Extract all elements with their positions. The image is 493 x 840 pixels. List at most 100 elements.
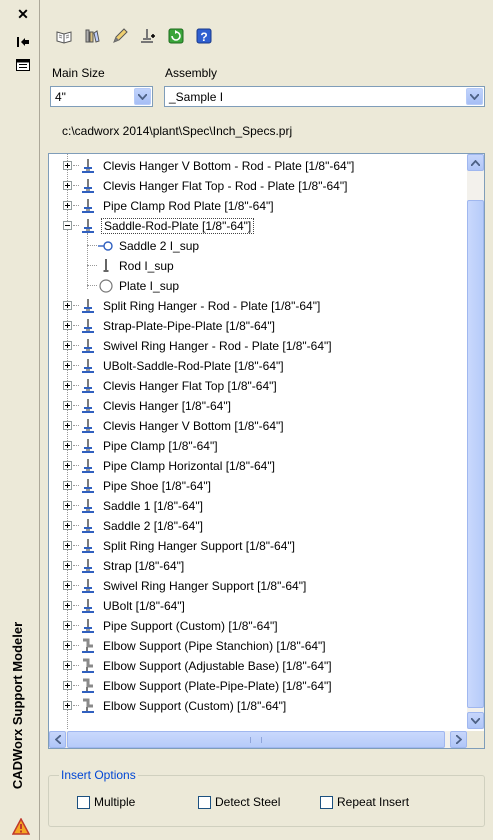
expand-icon[interactable] [63,661,72,670]
tree-item[interactable]: Elbow Support (Custom) [1/8"-64"] [49,697,467,715]
chevron-down-icon[interactable] [466,88,483,105]
assembly-value: _Sample I [169,90,224,104]
expand-icon[interactable] [63,561,72,570]
repeat-insert-checkbox-box[interactable] [320,795,333,809]
tree-item[interactable]: Pipe Clamp Rod Plate [1/8"-64"] [49,197,467,215]
expand-icon[interactable] [63,401,72,410]
expand-icon[interactable] [63,441,72,450]
expand-icon[interactable] [63,301,72,310]
tree-item[interactable]: Swivel Ring Hanger Support [1/8"-64"] [49,577,467,595]
expand-icon[interactable] [63,181,72,190]
tree-item[interactable]: Clevis Hanger [1/8"-64"] [49,397,467,415]
open-book-icon[interactable] [54,26,74,46]
scroll-right-icon[interactable] [450,731,467,748]
detect-steel-checkbox-box[interactable] [198,795,211,809]
scroll-down-icon[interactable] [467,712,484,729]
tree-item[interactable]: Strap [1/8"-64"] [49,557,467,575]
tree-item[interactable]: Pipe Support (Custom) [1/8"-64"] [49,617,467,635]
expand-icon[interactable] [63,601,72,610]
tree-connector [73,545,79,546]
tree-item[interactable]: Swivel Ring Hanger - Rod - Plate [1/8"-6… [49,337,467,355]
expand-icon[interactable] [63,321,72,330]
hanger-icon [80,498,96,514]
tree-child-item[interactable]: Rod I_sup [49,257,467,275]
multiple-checkbox[interactable]: Multiple [77,795,135,809]
tree-item[interactable]: Saddle 1 [1/8"-64"] [49,497,467,515]
chevron-down-icon[interactable] [134,88,151,105]
tree-connector [73,565,79,566]
tree-item-label: Saddle 2 [1/8"-64"] [103,519,203,533]
scroll-up-icon[interactable] [467,154,484,171]
tree-item[interactable]: Clevis Hanger V Bottom [1/8"-64"] [49,417,467,435]
expand-icon[interactable] [63,581,72,590]
tree-connector [73,165,79,166]
expand-icon[interactable] [63,341,72,350]
tree-item[interactable]: Saddle 2 [1/8"-64"] [49,517,467,535]
help-icon[interactable]: ? [194,26,214,46]
multiple-checkbox-box[interactable] [77,795,90,809]
tree-item[interactable]: UBolt-Saddle-Rod-Plate [1/8"-64"] [49,357,467,375]
main-size-label: Main Size [52,66,105,80]
expand-icon[interactable] [63,161,72,170]
tree-item[interactable]: Clevis Hanger Flat Top [1/8"-64"] [49,377,467,395]
hanger-icon [80,378,96,394]
repeat-insert-checkbox[interactable]: Repeat Insert [320,795,409,809]
tree-item[interactable]: UBolt [1/8"-64"] [49,597,467,615]
tree-child-item[interactable]: Plate I_sup [49,277,467,295]
tree-item[interactable]: Pipe Shoe [1/8"-64"] [49,477,467,495]
expand-icon[interactable] [63,481,72,490]
refresh-icon[interactable] [166,26,186,46]
tree-connector [73,425,79,426]
expand-icon[interactable] [63,521,72,530]
collapse-icon[interactable] [63,221,72,230]
scroll-left-icon[interactable] [49,731,66,748]
plate-part-icon [98,278,114,294]
scroll-corner [467,731,484,748]
auto-hide-icon[interactable] [14,35,32,51]
vertical-scrollbar[interactable] [467,154,484,729]
tree-connector [73,705,79,706]
tree-item[interactable]: Pipe Clamp [1/8"-64"] [49,437,467,455]
edit-icon[interactable] [110,26,130,46]
main-size-select[interactable]: 4" [50,86,153,107]
tree-item[interactable]: Clevis Hanger V Bottom - Rod - Plate [1/… [49,157,467,175]
tree-child-item[interactable]: Saddle 2 I_sup [49,237,467,255]
expand-icon[interactable] [63,201,72,210]
close-icon[interactable]: ✕ [14,6,32,22]
tree-item[interactable]: Elbow Support (Plate-Pipe-Plate) [1/8"-6… [49,677,467,695]
hanger-icon [80,178,96,194]
expand-icon[interactable] [63,421,72,430]
expand-icon[interactable] [63,381,72,390]
expand-icon[interactable] [63,641,72,650]
insert-support-icon[interactable] [138,26,158,46]
expand-icon[interactable] [63,701,72,710]
tree-item[interactable]: Pipe Clamp Horizontal [1/8"-64"] [49,457,467,475]
toolbar: ? [54,26,214,48]
tree-item[interactable]: Strap-Plate-Pipe-Plate [1/8"-64"] [49,317,467,335]
tree-item[interactable]: Clevis Hanger Flat Top - Rod - Plate [1/… [49,177,467,195]
expand-icon[interactable] [63,621,72,630]
tree-item[interactable]: Split Ring Hanger Support [1/8"-64"] [49,537,467,555]
properties-icon[interactable] [14,58,32,74]
assembly-select[interactable]: _Sample I [164,86,485,107]
expand-icon[interactable] [63,681,72,690]
vertical-scroll-thumb[interactable] [467,200,484,708]
horizontal-scrollbar[interactable] [49,731,467,748]
expand-icon[interactable] [63,541,72,550]
support-tree[interactable]: Clevis Hanger V Bottom - Rod - Plate [1/… [48,153,485,749]
repeat-insert-label: Repeat Insert [337,795,410,809]
saddle-part-icon [98,238,114,254]
tree-item[interactable]: Elbow Support (Pipe Stanchion) [1/8"-64"… [49,637,467,655]
library-icon[interactable] [82,26,102,46]
horizontal-scroll-thumb[interactable] [67,731,445,748]
expand-icon[interactable] [63,461,72,470]
hanger-icon [80,418,96,434]
tree-item[interactable]: Saddle-Rod-Plate [1/8"-64"] [49,217,467,235]
support-modeler-logo-icon [11,817,31,836]
detect-steel-checkbox[interactable]: Detect Steel [198,795,280,809]
tree-item[interactable]: Split Ring Hanger - Rod - Plate [1/8"-64… [49,297,467,315]
spec-path: c:\cadworx 2014\plant\Spec\Inch_Specs.pr… [62,124,293,138]
expand-icon[interactable] [63,501,72,510]
tree-item[interactable]: Elbow Support (Adjustable Base) [1/8"-64… [49,657,467,675]
expand-icon[interactable] [63,361,72,370]
